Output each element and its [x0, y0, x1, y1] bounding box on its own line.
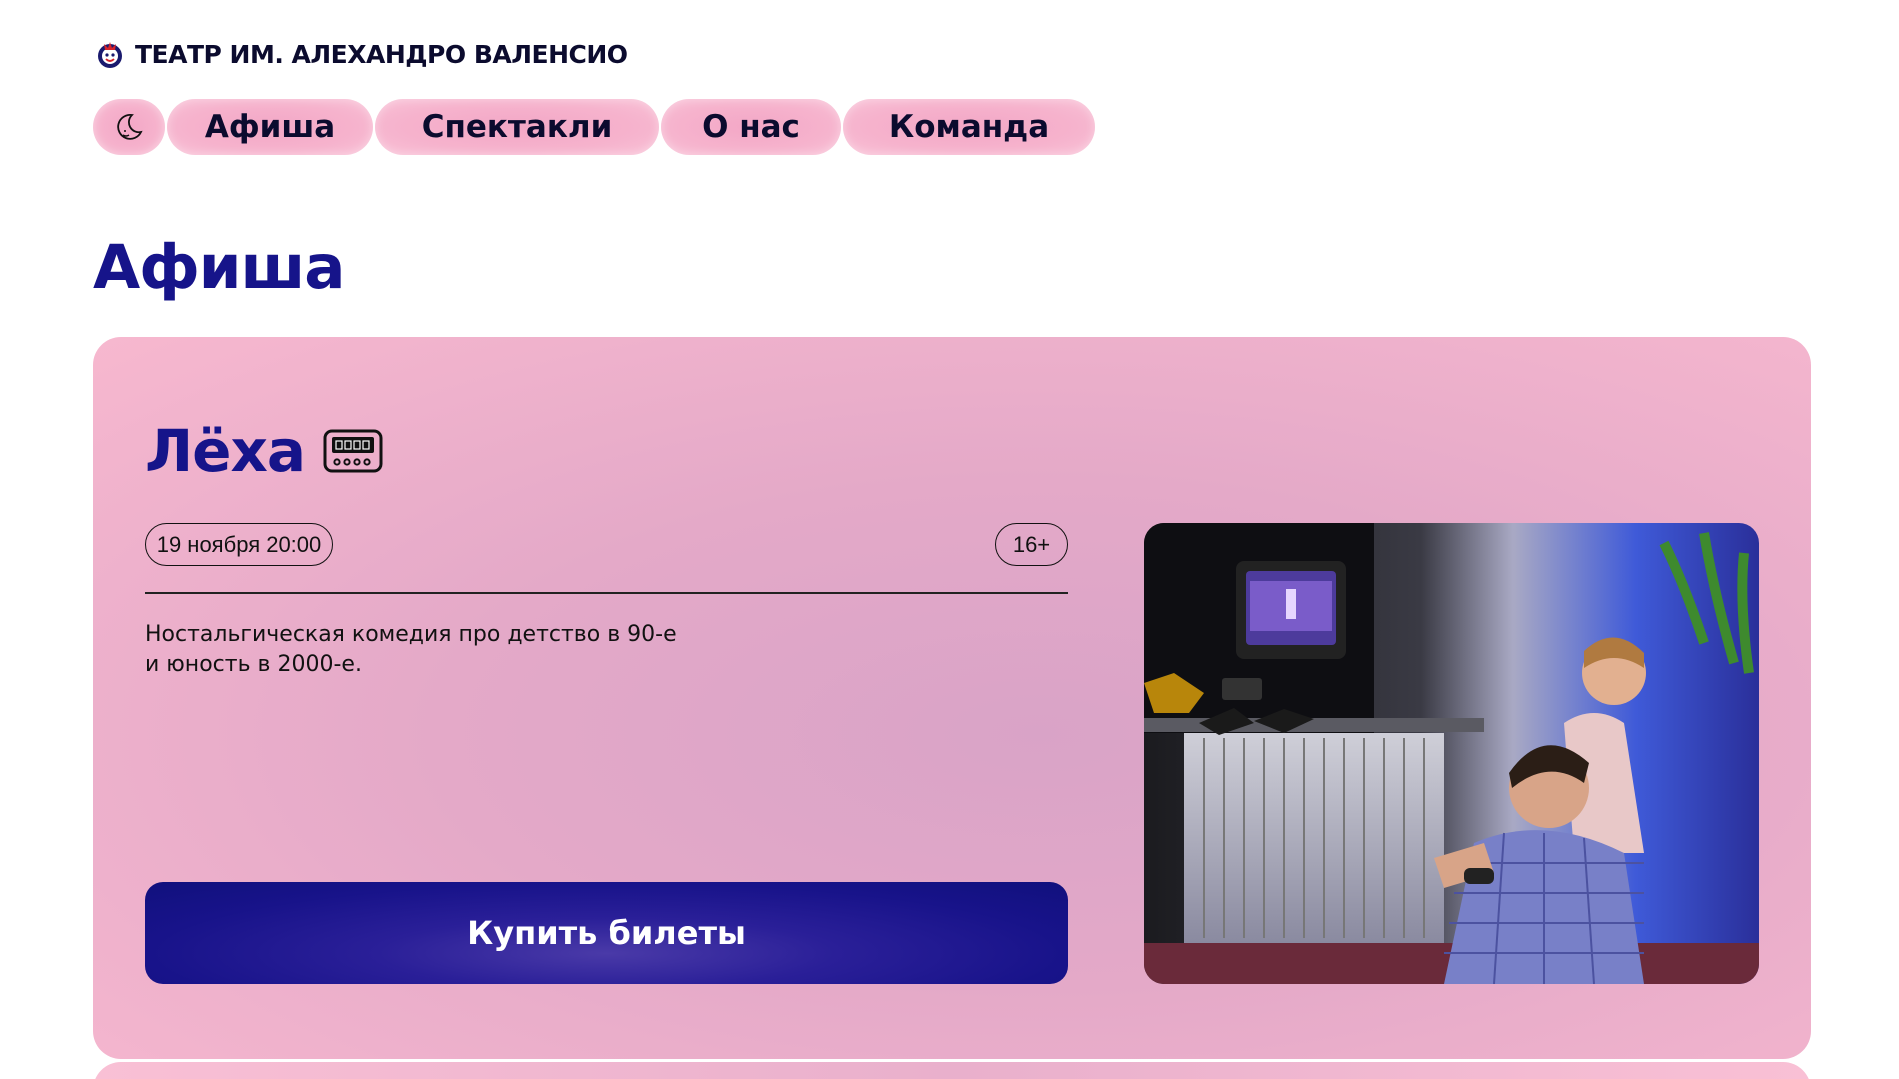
- event-description-line-2: и юность в 2000-е.: [145, 652, 362, 677]
- nav-item-komanda[interactable]: Команда: [843, 99, 1095, 155]
- event-description-line-1: Ностальгическая комедия про детство в 90…: [145, 622, 677, 647]
- site-title[interactable]: ТЕАТР ИМ. АЛЕХАНДРО ВАЛЕНСИО: [135, 40, 628, 69]
- nav-item-spektakli[interactable]: Спектакли: [375, 99, 659, 155]
- theme-toggle-button[interactable]: [93, 99, 165, 155]
- pager-icon: [323, 429, 383, 473]
- main-nav: Афиша Спектакли О нас Команда: [93, 99, 1095, 155]
- event-title-row: Лёха: [145, 417, 383, 485]
- buy-tickets-button[interactable]: Купить билеты: [145, 882, 1068, 984]
- event-card: Лёха 19 ноября 20:00 16+ Ностальгическая…: [93, 337, 1811, 1059]
- divider: [145, 592, 1068, 594]
- show-photo-two-men-playing-video-games: [1144, 523, 1759, 984]
- event-title[interactable]: Лёха: [145, 417, 306, 485]
- age-rating-badge: 16+: [995, 523, 1068, 566]
- next-event-card: [93, 1062, 1811, 1079]
- page-title: Афиша: [93, 232, 345, 303]
- theater-mask-logo-icon[interactable]: [95, 38, 125, 70]
- event-photo[interactable]: [1144, 523, 1759, 984]
- nav-item-afisha[interactable]: Афиша: [167, 99, 373, 155]
- moon-icon: [117, 113, 143, 140]
- nav-item-o-nas[interactable]: О нас: [661, 99, 841, 155]
- event-date-badge: 19 ноября 20:00: [145, 523, 333, 566]
- event-description: Ностальгическая комедия про детство в 90…: [145, 620, 705, 680]
- site-header: ТЕАТР ИМ. АЛЕХАНДРО ВАЛЕНСИО: [95, 38, 628, 70]
